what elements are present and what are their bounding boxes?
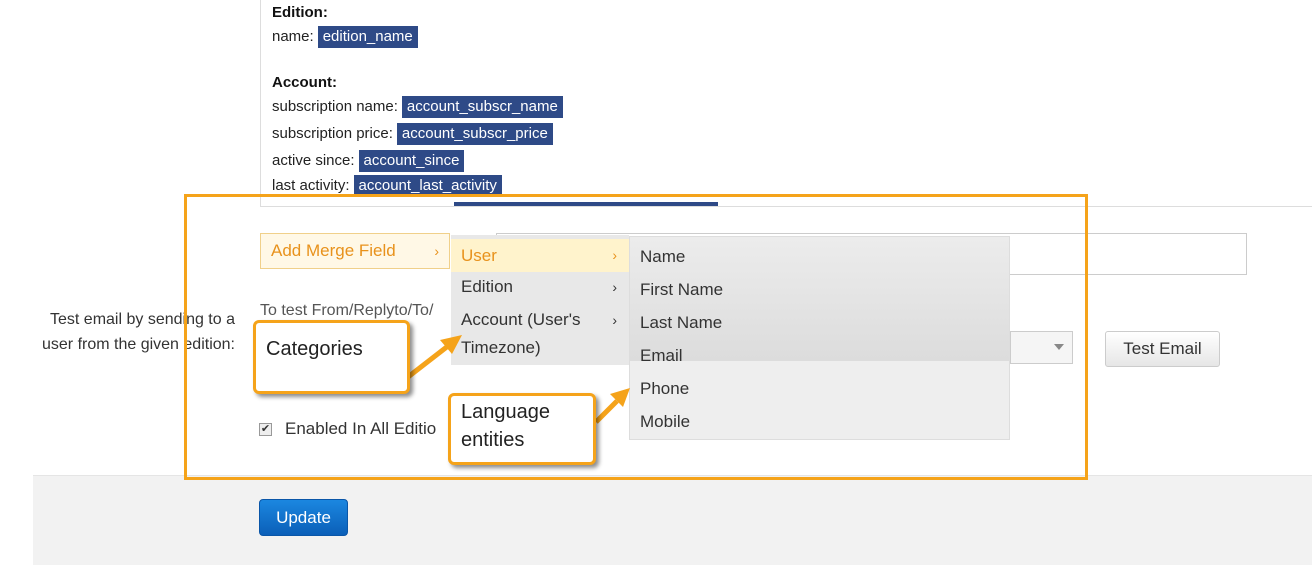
lang-arrow (594, 399, 619, 424)
annotation-arrows (406, 335, 630, 424)
categories-callout: Categories (253, 320, 410, 394)
categories-arrow (406, 344, 450, 379)
language-entities-callout: Language entities (448, 393, 596, 465)
